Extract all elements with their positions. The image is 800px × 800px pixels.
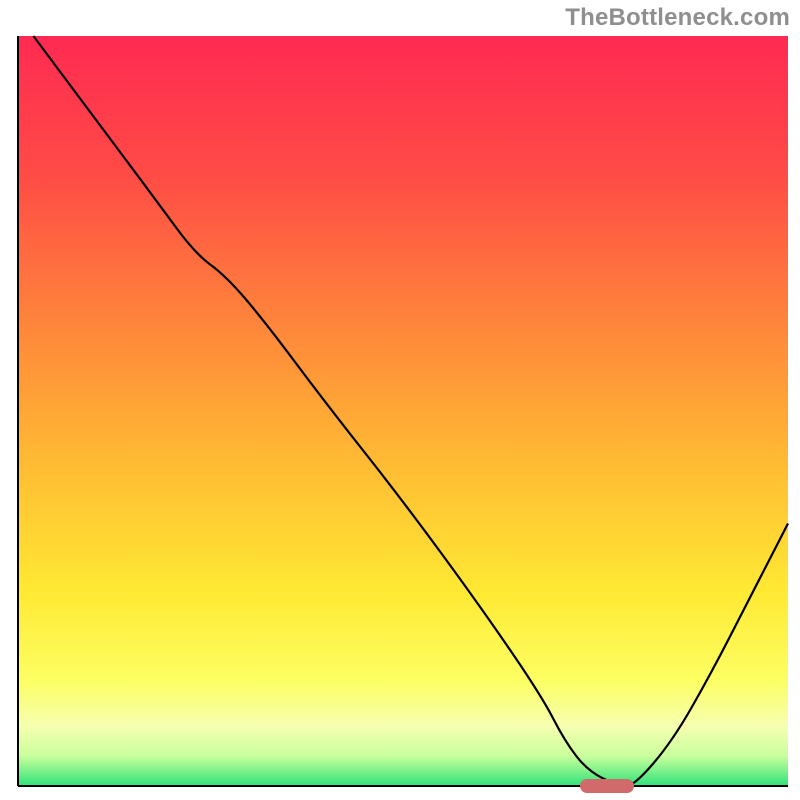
optimum-marker: [580, 779, 634, 793]
chart-container: TheBottleneck.com: [0, 0, 800, 800]
plot-background: [18, 36, 788, 786]
watermark-text: TheBottleneck.com: [565, 4, 790, 32]
bottleneck-chart: [0, 0, 800, 800]
